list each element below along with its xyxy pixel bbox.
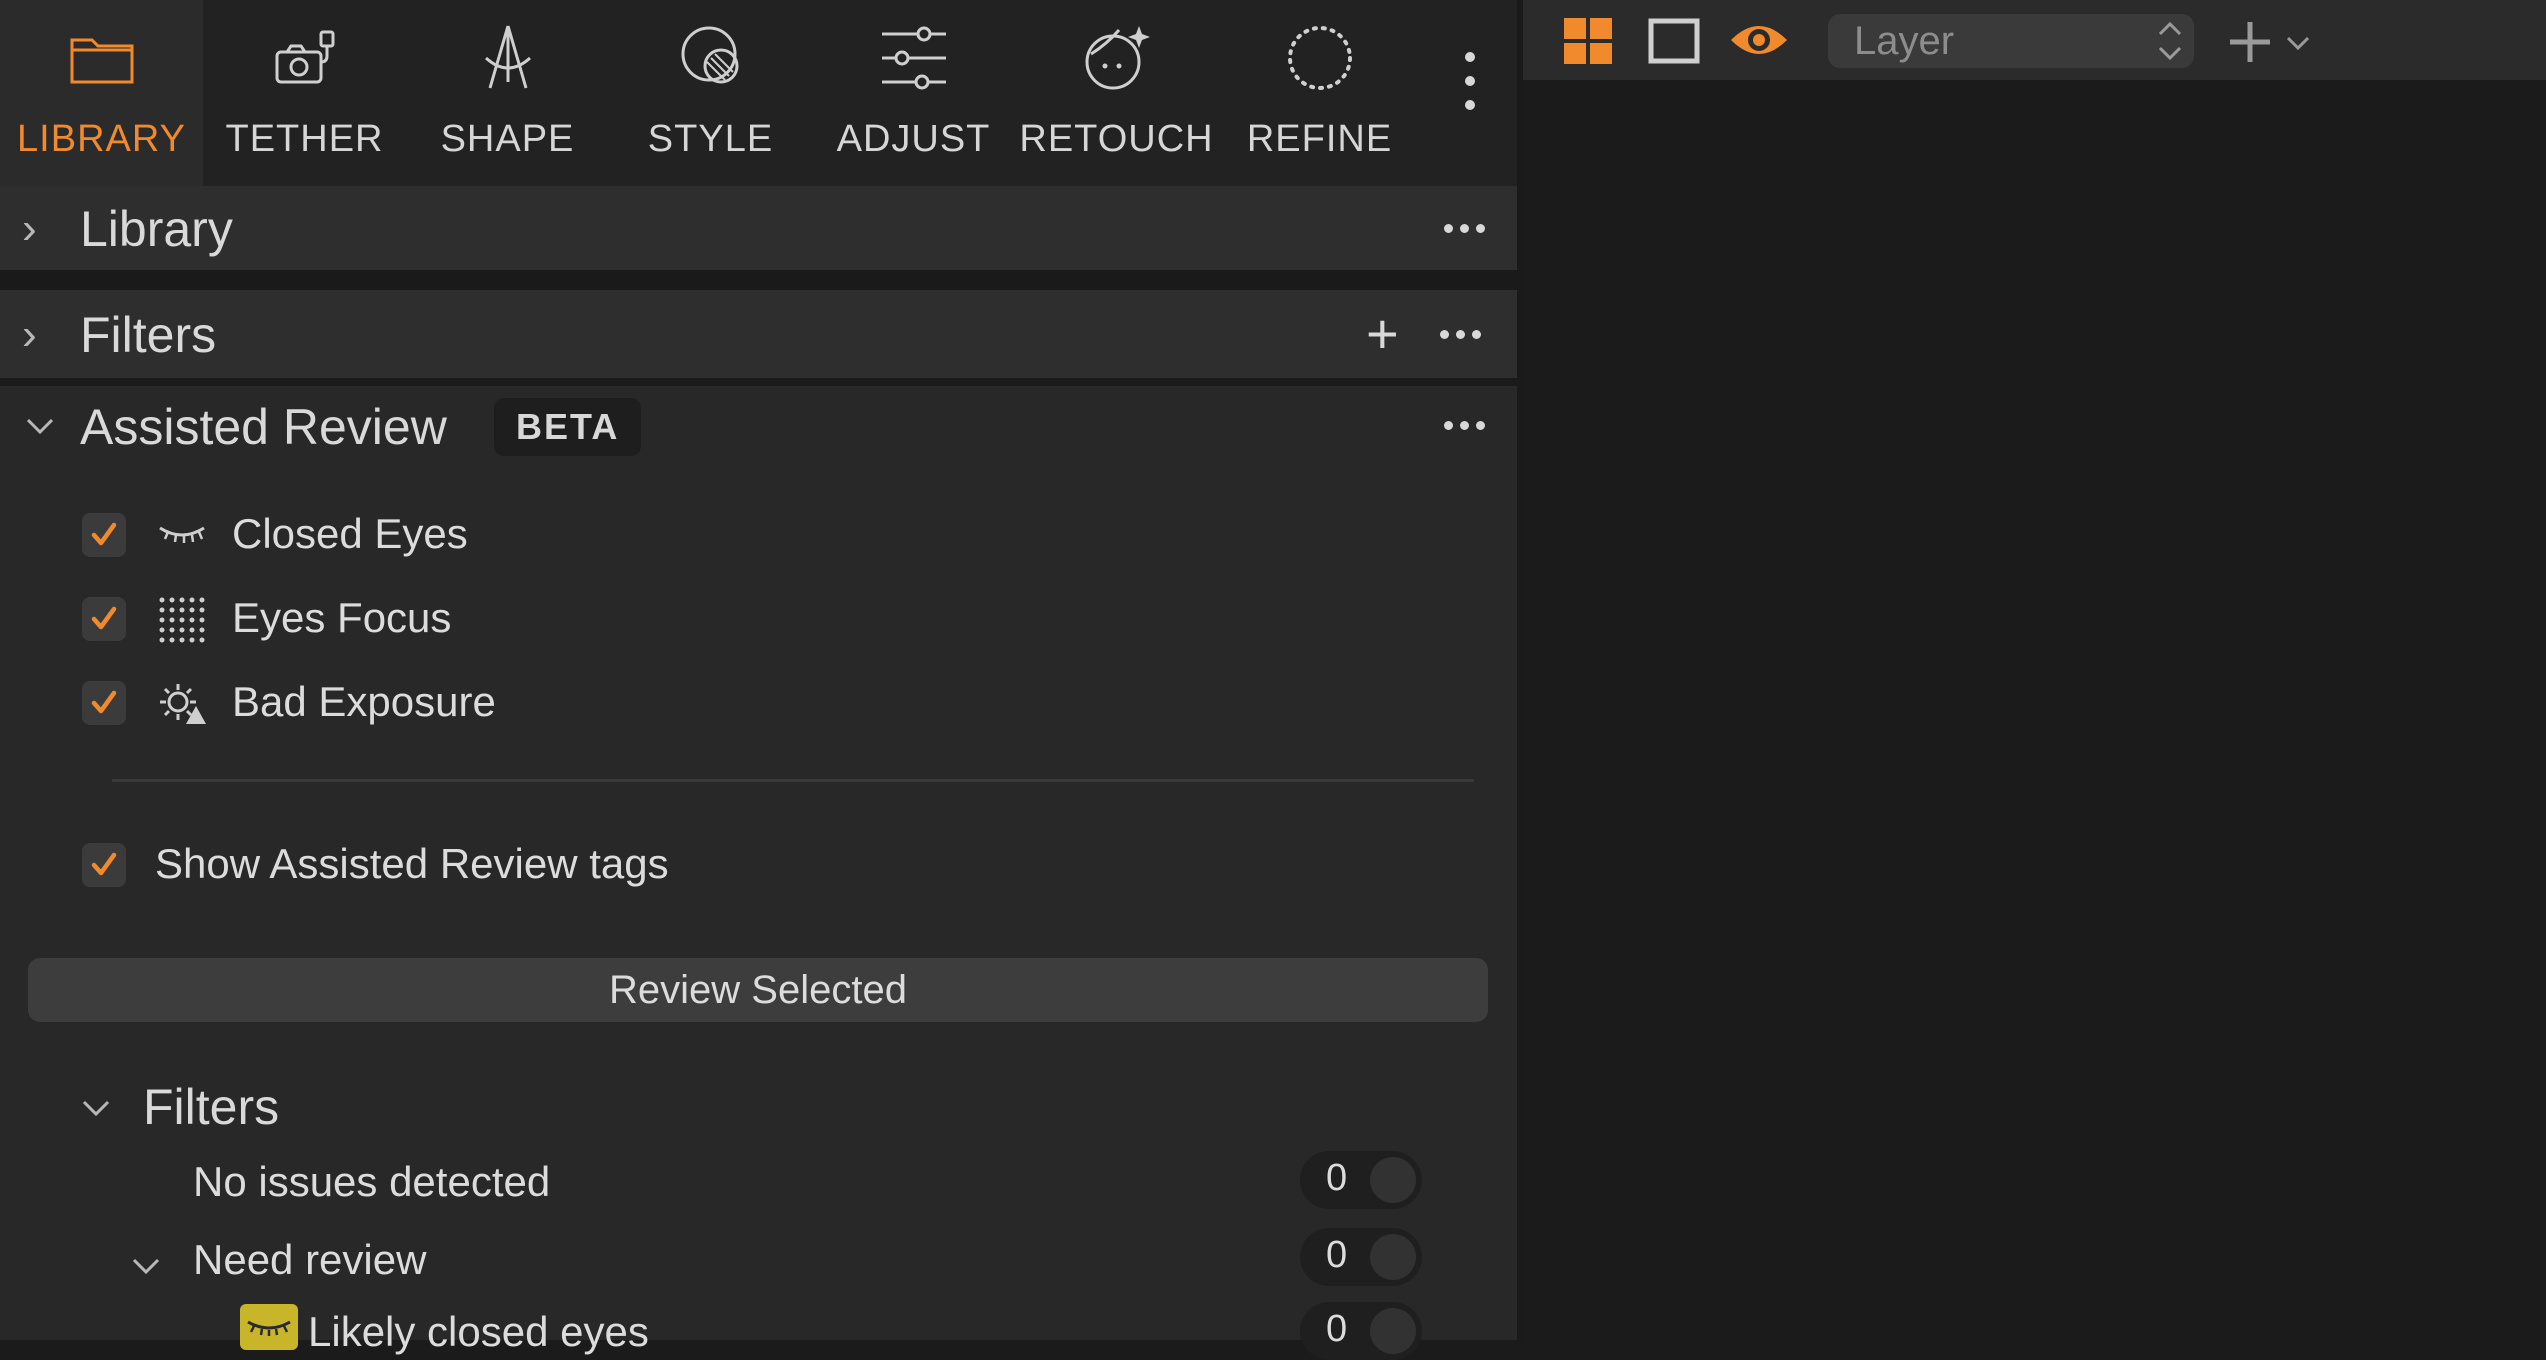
tab-adjust[interactable]: ADJUST (812, 0, 1015, 186)
dot-icon (1465, 100, 1475, 110)
tab-library-label: LIBRARY (17, 118, 186, 160)
filters-section-title: Filters (80, 307, 217, 363)
shape-compass-icon (468, 18, 548, 98)
library-section-title: Library (80, 201, 233, 257)
chevron-down-icon[interactable] (128, 1248, 164, 1284)
tab-library[interactable]: LIBRARY (0, 0, 203, 186)
chevron-right-icon[interactable]: › (22, 204, 37, 254)
closed-eyes-tag-icon (240, 1304, 298, 1350)
eyes-focus-checkbox[interactable] (82, 597, 126, 641)
closed-eyes-checkbox[interactable] (82, 513, 126, 557)
folder-icon (62, 18, 142, 98)
filter-no-issues-count[interactable]: 0 (1300, 1151, 1422, 1209)
sliders-icon (874, 18, 954, 98)
style-circle-icon (671, 18, 751, 98)
chevron-down-icon[interactable] (2284, 30, 2312, 54)
tab-adjust-label: ADJUST (836, 118, 991, 160)
add-layer-button[interactable] (2226, 18, 2274, 66)
bad-exposure-checkbox[interactable] (82, 681, 126, 725)
filter-need-review-label[interactable]: Need review (193, 1236, 426, 1284)
camera-tether-icon (265, 18, 345, 98)
tab-shape[interactable]: SHAPE (406, 0, 609, 186)
section-divider (0, 270, 1517, 290)
tab-style-label: STYLE (647, 118, 774, 160)
bad-exposure-label: Bad Exposure (232, 678, 496, 725)
tab-style[interactable]: STYLE (609, 0, 812, 186)
show-tags-label: Show Assisted Review tags (155, 840, 669, 887)
tab-retouch[interactable]: RETOUCH (1015, 0, 1218, 186)
updown-chevron-icon (2154, 18, 2186, 64)
single-view-icon[interactable] (1648, 16, 1700, 66)
filter-need-review-count[interactable]: 0 (1300, 1228, 1422, 1286)
grid-view-icon[interactable] (1562, 16, 1614, 66)
show-tags-checkbox[interactable] (82, 843, 126, 887)
assisted-review-more-button[interactable] (1444, 421, 1485, 430)
add-filter-button[interactable]: + (1366, 306, 1399, 362)
dot-icon (1465, 76, 1475, 86)
divider (112, 779, 1474, 782)
focus-grid-icon (156, 594, 208, 646)
refine-dotted-circle-icon (1280, 18, 1360, 98)
more-tools-button[interactable] (1455, 52, 1485, 132)
tab-tether-label: TETHER (225, 118, 384, 160)
panel-splitter[interactable] (1517, 0, 1523, 1340)
tab-retouch-label: RETOUCH (1019, 118, 1214, 160)
filters-more-button[interactable] (1440, 330, 1481, 339)
review-selected-button[interactable]: Review Selected (28, 958, 1488, 1022)
closed-eye-icon (156, 512, 208, 558)
filter-likely-closed-eyes-label[interactable]: Likely closed eyes (308, 1308, 649, 1356)
tab-refine[interactable]: REFINE (1218, 0, 1421, 186)
library-more-button[interactable] (1444, 224, 1485, 233)
chevron-down-icon[interactable] (22, 408, 58, 444)
chevron-right-icon[interactable]: › (22, 310, 37, 360)
section-divider (0, 378, 1517, 386)
eye-preview-icon[interactable] (1728, 14, 1790, 66)
sub-filters-title: Filters (143, 1079, 280, 1135)
beta-badge: BETA (494, 398, 642, 456)
tab-tether[interactable]: TETHER (203, 0, 406, 186)
filter-no-issues-label[interactable]: No issues detected (193, 1158, 550, 1206)
closed-eyes-label: Closed Eyes (232, 510, 468, 557)
filters-section-header[interactable] (0, 290, 1517, 378)
exposure-icon (156, 678, 208, 730)
retouch-face-icon (1077, 18, 1157, 98)
layer-select[interactable]: Layer (1828, 14, 2194, 68)
dot-icon (1465, 52, 1475, 62)
filter-likely-closed-eyes-count[interactable]: 0 (1300, 1302, 1422, 1360)
chevron-down-icon[interactable] (78, 1090, 114, 1126)
eyes-focus-label: Eyes Focus (232, 594, 452, 641)
tab-refine-label: REFINE (1246, 118, 1393, 160)
tab-shape-label: SHAPE (440, 118, 575, 160)
assisted-review-title: Assisted Review (80, 399, 447, 455)
